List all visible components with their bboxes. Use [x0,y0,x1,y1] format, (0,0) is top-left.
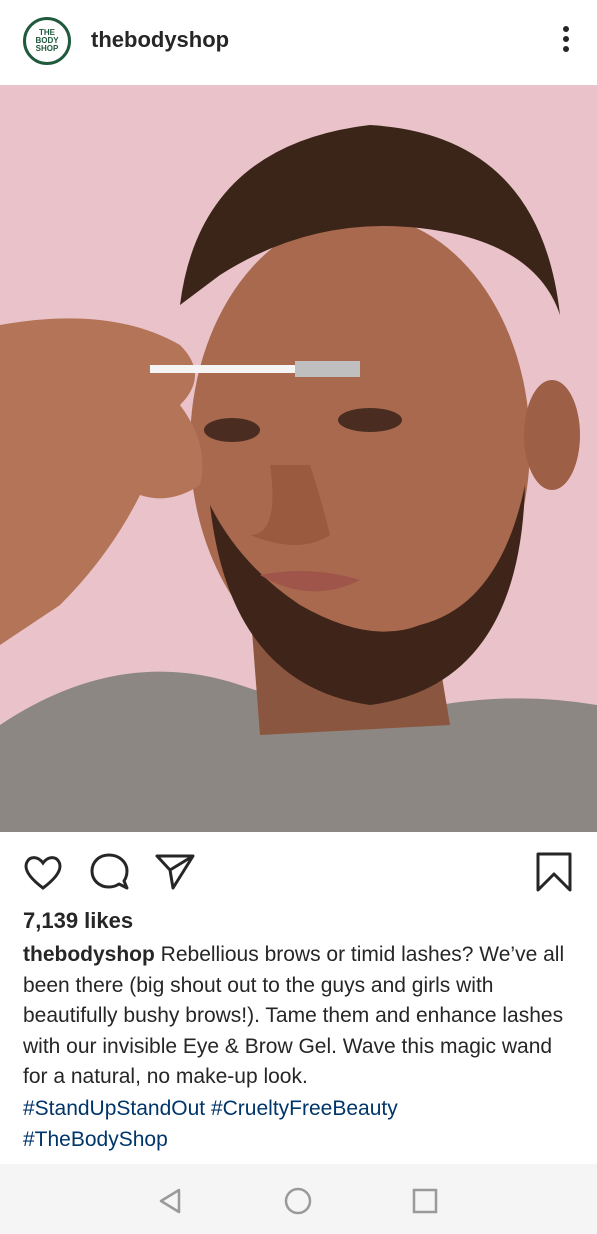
likes-count[interactable]: 7,139 likes [23,908,133,934]
post-username[interactable]: thebodyshop [91,27,229,53]
post-image[interactable] [0,85,597,832]
avatar-logo-text: THE BODY SHOP [35,28,59,53]
hashtags-line-1[interactable]: #StandUpStandOut #CrueltyFreeBeauty [23,1094,578,1125]
android-nav-bar [0,1164,597,1234]
caption-username[interactable]: thebodyshop [23,943,155,966]
avatar[interactable]: THE BODY SHOP [23,17,71,65]
post-header: THE BODY SHOP thebodyshop [0,0,597,85]
post-caption: thebodyshop Rebellious brows or timid la… [23,940,578,1093]
more-vertical-icon[interactable] [561,26,571,56]
bookmark-icon[interactable] [532,850,576,894]
heart-icon[interactable] [21,850,65,894]
comment-icon[interactable] [88,850,132,894]
home-nav-icon[interactable] [281,1184,315,1218]
post-photo-illustration [0,85,597,832]
send-icon[interactable] [153,850,197,894]
hashtags-line-2[interactable]: #TheBodyShop [23,1125,578,1156]
recents-nav-icon[interactable] [408,1184,442,1218]
back-nav-icon[interactable] [153,1184,187,1218]
post-actions [0,832,597,906]
caption-hashtags: #StandUpStandOut #CrueltyFreeBeauty #The… [23,1094,578,1155]
